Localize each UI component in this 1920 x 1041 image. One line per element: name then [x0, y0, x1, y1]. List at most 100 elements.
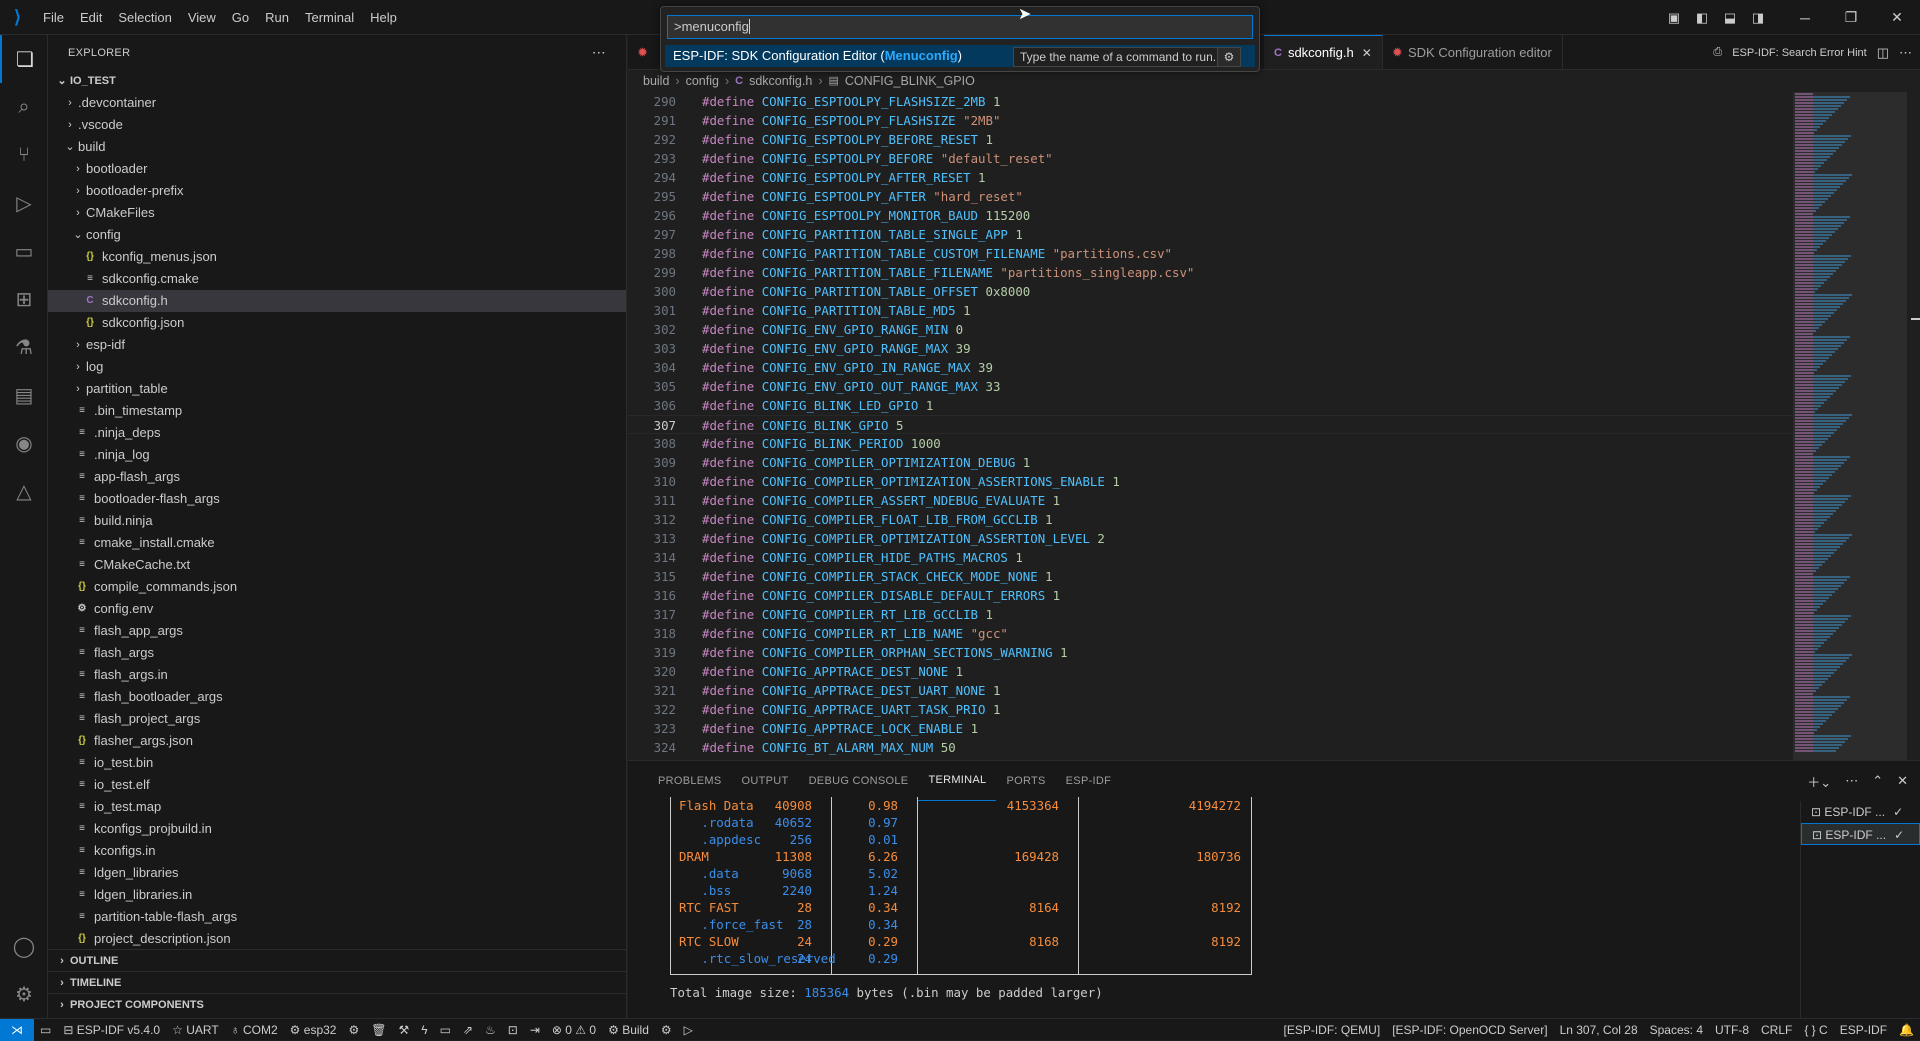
split-editor-icon[interactable]: ◫ [1877, 45, 1889, 61]
code-line[interactable]: 301#define CONFIG_PARTITION_TABLE_MD5 1 [628, 301, 1793, 320]
panel-tab-esp-idf[interactable]: ESP-IDF [1056, 761, 1122, 801]
code-line[interactable]: 313#define CONFIG_COMPILER_OPTIMIZATION_… [628, 529, 1793, 548]
file-item[interactable]: ≡flash_args.in [48, 664, 626, 686]
explorer-icon[interactable]: ❏ [0, 35, 48, 83]
editor-scrollbar[interactable] [1906, 92, 1920, 760]
folder-item[interactable]: ›.devcontainer [48, 92, 626, 114]
file-item[interactable]: ≡kconfigs.in [48, 840, 626, 862]
code-line[interactable]: 302#define CONFIG_ENV_GPIO_RANGE_MIN 0 [628, 320, 1793, 339]
file-item[interactable]: ⚙config.env [48, 598, 626, 620]
minimize-icon[interactable]: ─ [1782, 0, 1828, 35]
build-flash-monitor-icon[interactable]: ⇥ [524, 1023, 546, 1037]
panel-tab-problems[interactable]: PROBLEMS [648, 761, 732, 801]
idf-component-icon[interactable]: △ [0, 467, 48, 515]
code-line[interactable]: 309#define CONFIG_COMPILER_OPTIMIZATION_… [628, 453, 1793, 472]
breadcrumb-item[interactable]: config [686, 70, 719, 92]
status-item-4[interactable]: UTF-8 [1709, 1023, 1755, 1037]
code-line[interactable]: 300#define CONFIG_PARTITION_TABLE_OFFSET… [628, 282, 1793, 301]
outline-section[interactable]: ›OUTLINE [48, 949, 627, 971]
menu-run[interactable]: Run [257, 0, 297, 35]
code-line[interactable]: 295#define CONFIG_ESPTOOLPY_AFTER "hard_… [628, 187, 1793, 206]
panel-tab-output[interactable]: OUTPUT [732, 761, 799, 801]
close-panel-icon[interactable]: ✕ [1897, 773, 1908, 789]
file-item[interactable]: {}flasher_args.json [48, 730, 626, 752]
code-line[interactable]: 319#define CONFIG_COMPILER_ORPHAN_SECTIO… [628, 643, 1793, 662]
flash-icon[interactable]: ϟ [415, 1023, 433, 1037]
project-components-section[interactable]: ›PROJECT COMPONENTS [48, 993, 627, 1015]
docker-icon[interactable]: ▤ [0, 371, 48, 419]
esp-idf-explorer-icon[interactable]: ▭ [34, 1023, 57, 1037]
file-item[interactable]: ≡flash_project_args [48, 708, 626, 730]
sdk-config-icon[interactable]: ⚙ [342, 1023, 365, 1037]
esp-idf-version[interactable]: ⊟ ESP-IDF v5.4.0 [57, 1023, 166, 1037]
file-item[interactable]: Csdkconfig.h [48, 290, 626, 312]
serial-port[interactable]: ♁ COM2 [225, 1023, 284, 1037]
source-control-icon[interactable]: ⑂ [0, 131, 48, 179]
status-item-6[interactable]: { } C [1798, 1023, 1833, 1037]
toggle-secondary-sidebar-icon[interactable]: ◨ [1744, 0, 1772, 35]
build-task[interactable]: ⚙ Build [602, 1023, 655, 1037]
code-line[interactable]: 323#define CONFIG_APPTRACE_LOCK_ENABLE 1 [628, 719, 1793, 738]
code-line[interactable]: 311#define CONFIG_COMPILER_ASSERT_NDEBUG… [628, 491, 1793, 510]
esp-idf-icon[interactable]: ◉ [0, 419, 48, 467]
flash-method[interactable]: ☆ UART [166, 1023, 225, 1037]
file-item[interactable]: ≡io_test.elf [48, 774, 626, 796]
file-item[interactable]: ≡flash_app_args [48, 620, 626, 642]
settings-icon[interactable]: ⚙ [655, 1023, 678, 1037]
terminal[interactable]: Flash Data409080.9841533644194272 .rodat… [648, 797, 1808, 1017]
code-editor[interactable]: 290#define CONFIG_ESPTOOLPY_FLASHSIZE_2M… [628, 92, 1793, 760]
command-palette-input[interactable]: >menuconfig [667, 15, 1253, 39]
problems-indicator[interactable]: ⊗ 0 ⚠ 0 [546, 1023, 602, 1037]
file-item[interactable]: {}sdkconfig.json [48, 312, 626, 334]
code-line[interactable]: 318#define CONFIG_COMPILER_RT_LIB_NAME "… [628, 624, 1793, 643]
menu-go[interactable]: Go [224, 0, 257, 35]
more-actions-icon[interactable]: ⋯ [592, 44, 606, 61]
target-device[interactable]: ⚙ esp32 [284, 1023, 343, 1037]
more-actions-icon[interactable]: ⋯ [1845, 773, 1858, 789]
monitor-icon[interactable]: ▭ [434, 1023, 457, 1037]
breadcrumb-item[interactable]: sdkconfig.h [749, 70, 812, 92]
breadcrumb-item[interactable]: CONFIG_BLINK_GPIO [845, 70, 975, 92]
openocd-icon[interactable]: ♨ [479, 1023, 502, 1037]
code-line[interactable]: 304#define CONFIG_ENV_GPIO_IN_RANGE_MAX … [628, 358, 1793, 377]
manage-gear-icon[interactable]: ⚙ [0, 970, 48, 1018]
maximize-panel-icon[interactable]: ⌃ [1872, 773, 1883, 789]
file-item[interactable]: ≡sdkconfig.cmake [48, 268, 626, 290]
file-item[interactable]: ≡ldgen_libraries [48, 862, 626, 884]
file-item[interactable]: ≡build.ninja [48, 510, 626, 532]
status-item-3[interactable]: Spaces: 4 [1644, 1023, 1709, 1037]
configure-keybinding-gear-icon[interactable]: ⚙ [1217, 47, 1241, 67]
status-item-1[interactable]: [ESP-IDF: OpenOCD Server] [1386, 1023, 1553, 1037]
code-line[interactable]: 292#define CONFIG_ESPTOOLPY_BEFORE_RESET… [628, 130, 1793, 149]
code-line[interactable]: 321#define CONFIG_APPTRACE_DEST_UART_NON… [628, 681, 1793, 700]
menu-terminal[interactable]: Terminal [297, 0, 362, 35]
folder-item[interactable]: ›CMakeFiles [48, 202, 626, 224]
search-icon[interactable]: ⌕ [0, 83, 48, 131]
code-line[interactable]: 310#define CONFIG_COMPILER_OPTIMIZATION_… [628, 472, 1793, 491]
file-item[interactable]: ≡.ninja_deps [48, 422, 626, 444]
file-item[interactable]: ≡cmake_install.cmake [48, 532, 626, 554]
code-line[interactable]: 322#define CONFIG_APPTRACE_UART_TASK_PRI… [628, 700, 1793, 719]
code-line[interactable]: 314#define CONFIG_COMPILER_HIDE_PATHS_MA… [628, 548, 1793, 567]
code-line[interactable]: 307#define CONFIG_BLINK_GPIO 5 [628, 415, 1793, 434]
debug-icon[interactable]: ⇗ [457, 1023, 479, 1037]
minimap[interactable] [1793, 92, 1908, 760]
terminal-icon[interactable]: ⊡ [502, 1023, 524, 1037]
tab-sdk-config-editor[interactable]: ✹ SDK Configuration editor [1383, 35, 1563, 69]
workspace-root[interactable]: ⌄IO_TEST [48, 70, 626, 92]
menu-help[interactable]: Help [362, 0, 405, 35]
terminal-item[interactable]: ⊡ ESP-IDF ...✓ [1801, 801, 1920, 823]
code-line[interactable]: 308#define CONFIG_BLINK_PERIOD 1000 [628, 434, 1793, 453]
toggle-panel-icon[interactable]: ⬓ [1716, 0, 1744, 35]
code-line[interactable]: 293#define CONFIG_ESPTOOLPY_BEFORE "defa… [628, 149, 1793, 168]
panel-tab-terminal[interactable]: TERMINAL [918, 761, 996, 801]
code-line[interactable]: 320#define CONFIG_APPTRACE_DEST_NONE 1 [628, 662, 1793, 681]
testing-icon[interactable]: ⚗ [0, 323, 48, 371]
code-line[interactable]: 317#define CONFIG_COMPILER_RT_LIB_GCCLIB… [628, 605, 1793, 624]
menu-edit[interactable]: Edit [72, 0, 110, 35]
folder-item[interactable]: ›bootloader [48, 158, 626, 180]
folder-item[interactable]: ⌄build [48, 136, 626, 158]
full-clean-icon[interactable]: 🗑 [365, 1023, 392, 1037]
build-icon[interactable]: ⚒ [392, 1023, 415, 1037]
status-item-2[interactable]: Ln 307, Col 28 [1554, 1023, 1644, 1037]
